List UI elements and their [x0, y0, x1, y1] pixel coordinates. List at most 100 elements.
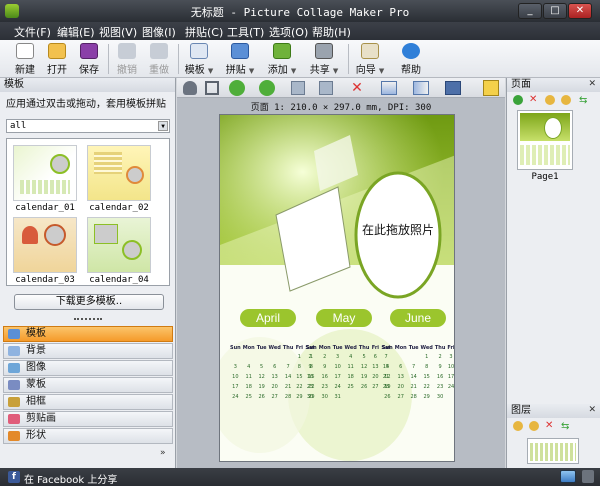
align-icon[interactable] — [381, 81, 397, 95]
menu-image[interactable]: 图像(I) — [142, 24, 176, 40]
calendar-day: 1 — [309, 354, 313, 360]
add-button[interactable]: 添加 ▼ — [264, 42, 300, 76]
calendar-day: 21 — [284, 384, 292, 390]
layer-down-icon[interactable] — [529, 421, 539, 431]
move-down-icon[interactable] — [561, 95, 571, 105]
template-thumb-3[interactable] — [13, 217, 77, 273]
panel-header: 模板 — [0, 78, 175, 92]
wizard-button[interactable]: 向导 ▼ — [352, 42, 388, 76]
close-icon[interactable]: ✕ — [588, 79, 596, 89]
calendar-day: 3 — [449, 354, 453, 360]
move-up-icon[interactable] — [545, 95, 555, 105]
close-button[interactable]: ✕ — [568, 3, 592, 19]
template-button[interactable]: 模板 ▼ — [182, 42, 216, 76]
share-button[interactable]: 共享 ▼ — [306, 42, 342, 76]
collage-page[interactable]: 在此拖放照片 April May June Sun Mon Tue Wed Thu Fri… — [219, 114, 455, 462]
calendar-day: 12 — [384, 374, 391, 380]
calendar-day: 18 — [347, 374, 354, 380]
size-icon[interactable] — [445, 81, 461, 95]
weekday-header: Mon — [394, 345, 407, 351]
add-image-icon — [273, 43, 291, 59]
calendar-day: 6 — [399, 364, 403, 370]
calendar-day: 29 — [296, 394, 303, 400]
swap-icon[interactable]: ⇆ — [579, 95, 587, 106]
category-masks[interactable]: 蒙板 — [3, 377, 173, 393]
delete-page-icon[interactable]: ✕ — [529, 94, 537, 105]
resize-grip-icon[interactable] — [582, 470, 594, 483]
category-shapes[interactable]: 形状 — [3, 428, 173, 444]
distribute-icon[interactable] — [413, 81, 429, 95]
category-background[interactable]: 背景 — [3, 343, 173, 359]
collage-button[interactable]: 拼贴 ▼ — [222, 42, 258, 76]
calendar-day: 6 — [373, 354, 377, 360]
menu-view[interactable]: 视图(V) — [99, 24, 137, 40]
download-more-button[interactable]: 下载更多模板.. — [14, 294, 164, 310]
separator — [348, 44, 349, 74]
category-images[interactable]: 图像 — [3, 360, 173, 376]
menu-help[interactable]: 帮助(H) — [312, 24, 351, 40]
calendar-day: 17 — [447, 374, 455, 380]
send-back-icon[interactable] — [319, 81, 333, 95]
template-thumb-4[interactable] — [87, 217, 151, 273]
layer-up-icon[interactable] — [513, 421, 523, 431]
open-button[interactable]: 打开 — [42, 42, 72, 76]
calendar-day: 12 — [360, 364, 368, 370]
swap-icon[interactable]: ⇆ — [561, 421, 569, 432]
undo-button[interactable]: 撤销 — [112, 42, 142, 76]
calendar-day: 11 — [347, 364, 354, 370]
canvas-toolbar: ✕ — [177, 78, 505, 98]
display-icon[interactable] — [560, 470, 576, 483]
layer-thumbnail[interactable] — [527, 438, 579, 464]
category-clipart[interactable]: 剪贴画 — [3, 411, 173, 427]
new-button[interactable]: 新建 — [10, 42, 40, 76]
crop-icon[interactable] — [205, 81, 219, 95]
menu-edit[interactable]: 编辑(E) — [57, 24, 95, 40]
chevron-down-icon[interactable]: ▼ — [158, 121, 168, 131]
expand-more-icon[interactable]: » — [160, 448, 166, 458]
menu-tools[interactable]: 工具(T) — [227, 24, 264, 40]
calendar-day: 23 — [321, 384, 328, 390]
filter-dropdown[interactable]: all ▼ — [6, 119, 170, 133]
restore-button[interactable]: □ — [543, 3, 567, 19]
person-icon[interactable] — [183, 81, 197, 95]
save-button[interactable]: 保存 — [74, 42, 104, 76]
collage-icon — [231, 43, 249, 59]
calendar-day: 15 — [296, 374, 303, 380]
calendar-day: 2 — [323, 354, 327, 360]
add-page-icon[interactable] — [513, 95, 523, 105]
facebook-share-link[interactable]: 在 Facebook 上分享 — [24, 471, 117, 486]
calendar-day: 22 — [296, 384, 303, 390]
delete-icon[interactable]: ✕ — [349, 80, 365, 96]
picture-settings-icon[interactable] — [483, 80, 499, 96]
template-thumb-1[interactable] — [13, 145, 77, 201]
calendar-day: 25 — [347, 384, 354, 390]
close-icon[interactable]: ✕ — [588, 405, 596, 415]
calendar-day: 28 — [284, 394, 292, 400]
template-list[interactable]: calendar_01 calendar_02 calendar_03 cale… — [6, 138, 170, 286]
arrow-down-icon[interactable] — [259, 80, 275, 96]
save-icon — [80, 43, 98, 59]
help-button[interactable]: 帮助 — [396, 42, 426, 76]
delete-layer-icon[interactable]: ✕ — [545, 420, 553, 431]
category-frames[interactable]: 相框 — [3, 394, 173, 410]
menu-collage[interactable]: 拼贴(C) — [185, 24, 223, 40]
menu-options[interactable]: 选项(O) — [269, 24, 308, 40]
splitter-grip[interactable] — [74, 318, 102, 322]
month-label-april: April — [240, 309, 296, 327]
bring-front-icon[interactable] — [291, 81, 305, 95]
minimize-button[interactable]: _ — [518, 3, 542, 19]
calendar-day — [359, 393, 370, 401]
menu-file[interactable]: 文件(F) — [14, 24, 51, 40]
template-thumb-2[interactable] — [87, 145, 151, 201]
facebook-icon[interactable]: f — [8, 471, 20, 483]
arrow-up-icon[interactable] — [229, 80, 245, 96]
chevron-down-icon: ▼ — [290, 67, 297, 75]
canvas-area: ✕ 页面 1: 210.0 × 297.0 mm, DPI: 300 在此拖放照… — [177, 78, 505, 468]
weekday-header: Fri — [295, 345, 304, 351]
redo-button[interactable]: 重做 — [144, 42, 174, 76]
calendar-day: 7 — [412, 364, 416, 370]
calendar-day: 27 — [372, 384, 379, 390]
category-templates[interactable]: 模板 — [3, 326, 173, 342]
page-thumbnail[interactable] — [517, 110, 573, 170]
month-label-june: June — [390, 309, 446, 327]
